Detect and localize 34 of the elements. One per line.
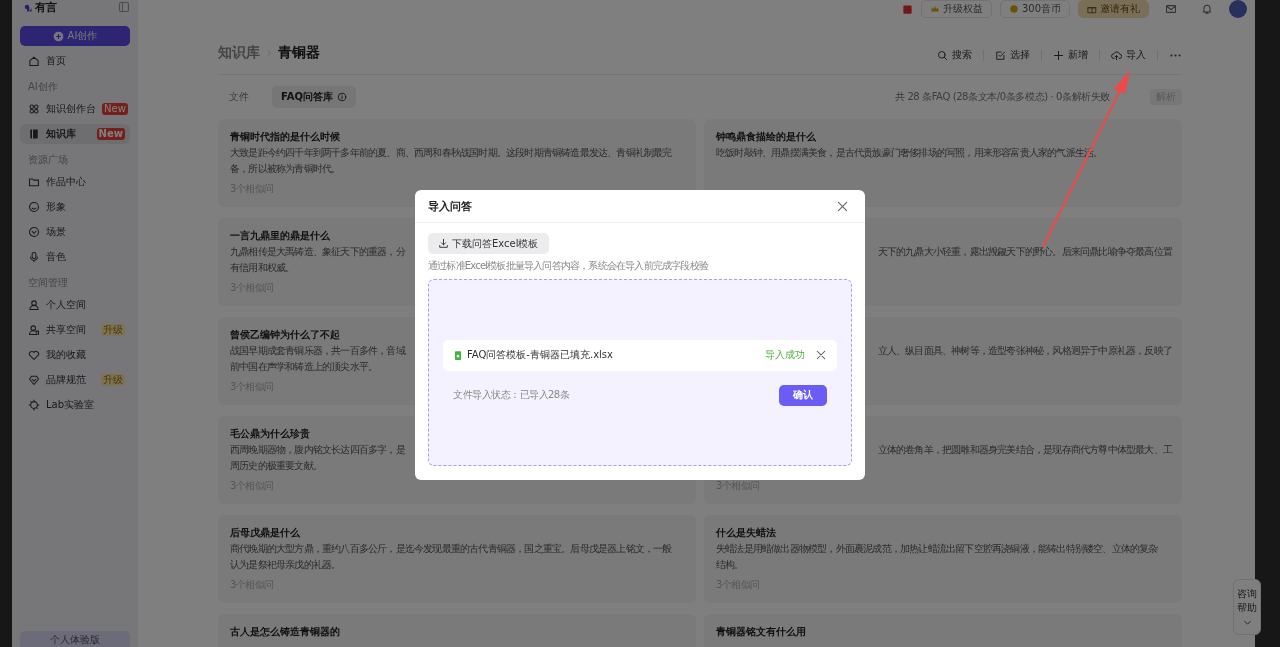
faq-answer-line: 周历史的极重要文献。	[230, 459, 322, 473]
faq-answer-line: 西周晚期器物，腹内铭文长达四百多字，是	[230, 443, 405, 457]
faq-answer-line: 九鼎相传是大禹铸造、象征天下的重器，分	[230, 245, 405, 259]
faq-answer-line: 认为是祭祀母亲戊的礼器。	[230, 558, 341, 572]
faq-question: 毛公鼎为什么珍贵	[230, 427, 310, 441]
faq-question: 钟鸣鼎食描绘的是什么	[716, 130, 816, 144]
stats-text: 共 28 条FAQ (28条文本/0条多模态) · 0条解析失败	[895, 90, 1110, 104]
faq-question: 曾侯乙编钟为什么了不起	[230, 328, 340, 342]
import-status: 文件导入状态：已导入28条	[453, 388, 570, 402]
help-label: 咨询帮助	[1237, 587, 1257, 615]
faq-answer-line: 天下的九鼎大小轻重，露出觊觎天下的野心。后来问鼎比喻争夺最高位置	[877, 245, 1172, 259]
badge: 升级	[101, 324, 125, 336]
badge: New	[102, 103, 128, 115]
badge: New	[96, 128, 125, 140]
faq-answer-line: 失蜡法是用蜡做出器物模型，外面裹泥成范，加热让蜡流出留下空腔再浇铜液，能铸出特别镂空、立体的复杂	[716, 542, 1158, 556]
faq-question: 青铜器铭文有什么用	[716, 625, 806, 639]
badge: 升级	[101, 374, 125, 386]
faq-answer-line: 有信用和权威。	[230, 261, 295, 275]
faq-question: 什么是失蜡法	[716, 526, 776, 540]
faq-answer-line: 大致是距今约四千年到两千多年前的夏、商、西周和春秋战国时期。这段时期青铜铸造最发达、青铜礼制最完	[230, 146, 672, 160]
faq-answer-line: 备，所以被称为青铜时代。	[230, 162, 341, 176]
faq-question: 后母戊鼎是什么	[230, 526, 300, 540]
faq-answer-line: 战国早期成套青铜乐器，共一百多件，音域	[230, 344, 405, 358]
faq-answer-line: 立体的卷角羊，把圆雕和器身完美结合，是现存商代方尊中体型最大、工	[877, 443, 1172, 457]
faq-question: 青铜时代指的是什么时候	[230, 130, 340, 144]
faq-answer-line: 结构。	[716, 558, 744, 572]
logo-text: 有言	[35, 0, 57, 15]
faq-question: 古人是怎么铸造青铜器的	[230, 625, 340, 639]
faq-question: 一言九鼎里的鼎是什么	[230, 229, 330, 243]
file-status: 导入成功	[765, 348, 805, 362]
file-name: FAQ问答模板-青铜器已填充.xlsx	[467, 348, 614, 362]
faq-answer-line: 前中国在声学和铸造上的顶尖水平。	[230, 360, 378, 374]
faq-answer-line: 立人、纵目面具、神树等，造型夸张神秘，风格迥异于中原礼器，反映了	[877, 344, 1172, 358]
breadcrumb-item: 青铜器	[278, 44, 320, 62]
